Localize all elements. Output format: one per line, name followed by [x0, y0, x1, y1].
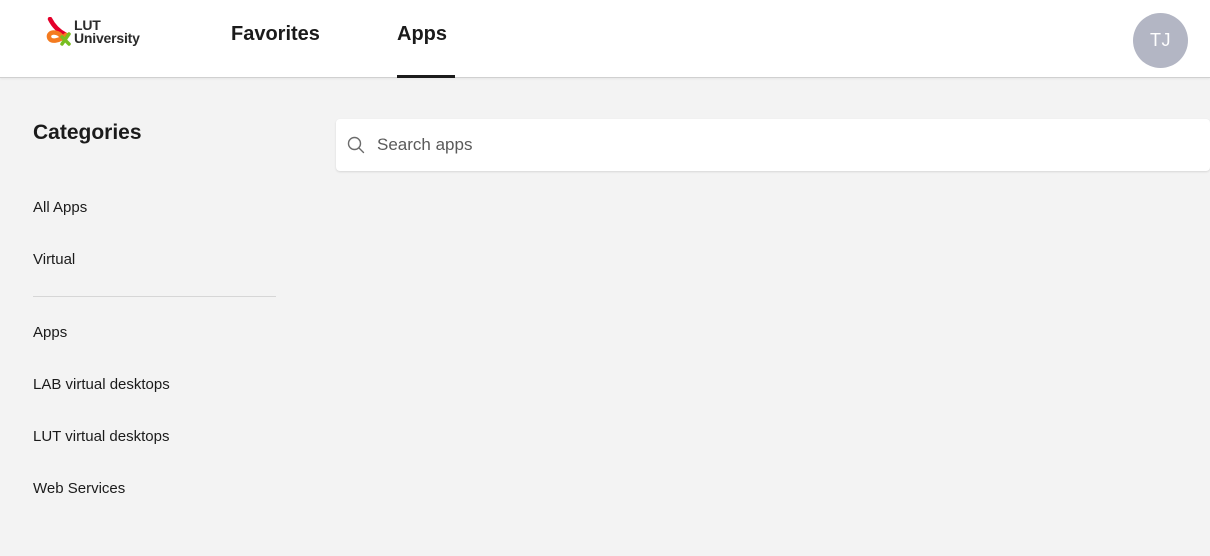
tab-apps[interactable]: Apps: [397, 0, 447, 73]
search-box[interactable]: [336, 119, 1210, 171]
search-input[interactable]: [375, 134, 1175, 156]
tab-favorites[interactable]: Favorites: [231, 0, 320, 73]
search-icon: [346, 135, 366, 155]
logo-wordmark: LUT University: [74, 18, 140, 46]
user-avatar[interactable]: TJ: [1133, 13, 1188, 68]
category-lab-virtual-desktops[interactable]: LAB virtual desktops: [33, 376, 170, 393]
category-all-apps[interactable]: All Apps: [33, 199, 87, 216]
category-lut-virtual-desktops[interactable]: LUT virtual desktops: [33, 428, 169, 445]
top-header: LUT University Favorites Apps TJ: [0, 0, 1210, 78]
categories-heading: Categories: [33, 121, 142, 144]
lut-university-logo[interactable]: LUT University: [44, 12, 174, 52]
category-virtual[interactable]: Virtual: [33, 251, 75, 268]
lut-logo-icon: [46, 17, 71, 46]
sidebar-divider: [33, 296, 276, 297]
category-apps[interactable]: Apps: [33, 324, 67, 341]
category-web-services[interactable]: Web Services: [33, 480, 125, 497]
active-tab-indicator: [397, 75, 455, 78]
logo-line2: University: [74, 30, 140, 46]
